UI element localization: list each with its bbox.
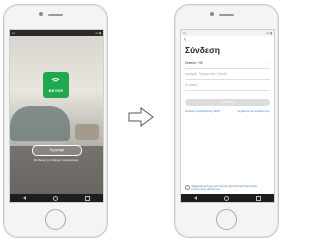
chevron-right-icon: › — [268, 60, 270, 66]
home-nav-icon[interactable] — [223, 195, 229, 201]
password-placeholder: Κωδικός — [185, 83, 198, 87]
app-logo: BEYER — [43, 72, 69, 98]
country-select[interactable]: Greece +30 › — [185, 58, 270, 69]
terms-checkbox[interactable] — [185, 184, 190, 190]
back-nav-icon[interactable] — [194, 196, 198, 200]
terms-agreement: Συμφωνώ με Συμφωνία Χρήσης και Πολιτική … — [185, 185, 270, 191]
phone-right: ▪▪▪ ▪▪▪ ▮ ‹ Σύνδεση Greece +30 › Αριθμός… — [174, 4, 279, 238]
existing-account-login-link[interactable]: Σύνδεση με υπάρχον λογαριασμό — [26, 158, 86, 162]
status-left: ▪▪▪ — [183, 31, 187, 35]
welcome-screen: ▪▪▪ ▪▪▪ ▮ BEYER Εγγραφή Σύνδεση με υπάρχ… — [9, 29, 104, 203]
status-right: ▪▪▪ ▮ — [266, 31, 272, 35]
speaker-grille — [219, 14, 234, 16]
chair-shape — [10, 106, 70, 141]
page-title: Σύνδεση — [185, 45, 220, 55]
login-button[interactable]: Σύνδεση — [185, 99, 270, 106]
back-chevron-icon[interactable]: ‹ — [181, 36, 274, 43]
home-button[interactable] — [216, 209, 237, 230]
speaker-grille — [48, 14, 63, 16]
camera-icon — [210, 12, 214, 16]
android-nav-bar — [181, 194, 274, 202]
phone-email-input[interactable]: Αριθμός Τηλεφώνου / Email — [185, 69, 270, 80]
phone-email-placeholder: Αριθμός Τηλεφώνου / Email — [185, 72, 227, 76]
wifi-icon — [50, 77, 62, 87]
camera-icon — [39, 12, 43, 16]
forgot-password-link[interactable]: Ξεχάσατε τον Κωδικό σας; — [230, 109, 270, 113]
back-nav-icon[interactable] — [23, 196, 27, 200]
background-photo — [10, 36, 103, 194]
login-links: Κωδικός επαλήθευσης SMS Ξεχάσατε τον Κωδ… — [185, 109, 270, 113]
recents-nav-icon[interactable] — [84, 195, 90, 201]
table-shape — [75, 124, 99, 140]
country-value: Greece +30 — [185, 61, 203, 65]
home-button[interactable] — [45, 209, 66, 230]
sms-code-link[interactable]: Κωδικός επαλήθευσης SMS — [185, 109, 225, 113]
terms-mid: και — [229, 184, 233, 188]
android-nav-bar — [10, 194, 103, 202]
terms-text: Συμφωνώ με Συμφωνία Χρήσης και Πολιτική … — [192, 185, 271, 191]
right-arrow-icon — [128, 107, 154, 127]
register-button[interactable]: Εγγραφή — [32, 145, 82, 156]
login-screen: ▪▪▪ ▪▪▪ ▮ ‹ Σύνδεση Greece +30 › Αριθμός… — [180, 29, 275, 203]
recents-nav-icon[interactable] — [255, 195, 261, 201]
phone-left: ▪▪▪ ▪▪▪ ▮ BEYER Εγγραφή Σύνδεση με υπάρχ… — [3, 4, 108, 238]
password-input[interactable]: Κωδικός — [185, 80, 270, 91]
home-nav-icon[interactable] — [52, 195, 58, 201]
